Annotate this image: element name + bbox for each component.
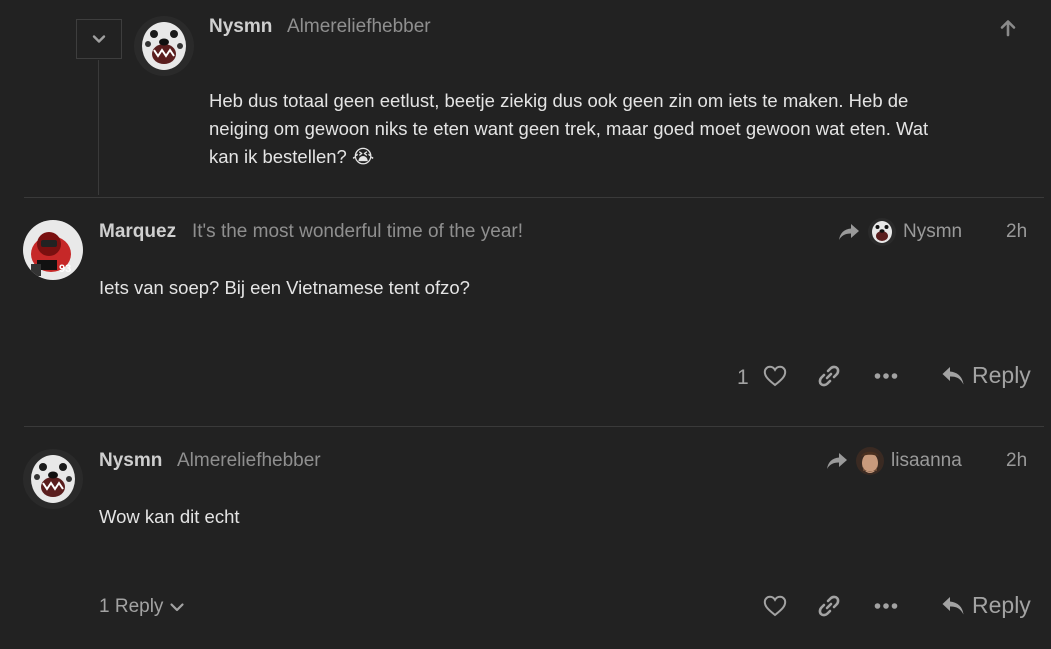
user-title: Almereliefhebber [177, 450, 321, 471]
reply-button-label: Reply [972, 592, 1031, 618]
crying-emoji: 😭 [351, 147, 375, 168]
show-replies-button[interactable]: 1 Reply [99, 596, 185, 618]
share-arrow-icon [839, 224, 859, 240]
reply-button[interactable]: Reply [941, 362, 1031, 389]
arrow-up-icon [1000, 20, 1016, 37]
avatar[interactable] [134, 16, 194, 76]
post-body-line-text: kan ik bestellen? [209, 146, 347, 167]
heart-icon [763, 595, 787, 617]
reply-to-tab[interactable]: Nysmn [838, 216, 968, 248]
post-body-line: neiging om gewoon niks te eten want geen… [209, 118, 929, 139]
reply-to-username: Nysmn [903, 221, 963, 242]
reply-to-avatar [856, 447, 884, 475]
copy-link-button[interactable] [813, 360, 845, 392]
username[interactable]: Marquez [99, 221, 176, 243]
more-actions-button[interactable] [870, 590, 902, 622]
more-actions-button[interactable] [870, 360, 902, 392]
reply-button[interactable]: Reply [941, 592, 1031, 619]
post: Nysmn Almereliefhebber lisaanna 2h Wow k… [0, 427, 1051, 649]
post-body: Wow kan dit echt [99, 506, 240, 527]
embedded-post: Nysmn Almereliefhebber Heb dus totaal ge… [0, 0, 1051, 197]
post: 93 Marquez It's the most wonderful time … [0, 198, 1051, 426]
reply-to-username: lisaanna [891, 450, 962, 471]
share-arrow-icon [827, 453, 847, 469]
reply-to-avatar [868, 218, 896, 246]
avatar[interactable]: 93 [23, 220, 83, 280]
chevron-down-icon [170, 603, 185, 612]
jump-to-post-button[interactable] [992, 12, 1024, 44]
post-body: Heb dus totaal geen eetlust, beetje ziek… [209, 87, 1029, 172]
like-count[interactable]: 1 [737, 366, 749, 390]
post-date[interactable]: 2h [1006, 450, 1027, 472]
reply-button-label: Reply [972, 362, 1031, 388]
reply-icon [942, 366, 964, 384]
chevron-down-icon [92, 35, 106, 43]
svg-text:93: 93 [59, 263, 71, 275]
link-icon [818, 595, 840, 617]
ellipsis-icon [874, 603, 898, 609]
replies-count-label: 1 Reply [99, 596, 164, 617]
copy-link-button[interactable] [813, 590, 845, 622]
thread-line [98, 60, 99, 195]
link-icon [818, 365, 840, 387]
post-body-line: Heb dus totaal geen eetlust, beetje ziek… [209, 90, 909, 111]
user-title: Almereliefhebber [287, 16, 431, 37]
username[interactable]: Nysmn [209, 16, 272, 38]
avatar[interactable] [23, 449, 83, 509]
collapse-embedded-button[interactable] [76, 19, 122, 59]
post-body-line: kan ik bestellen? 😭 [209, 143, 1029, 172]
post-body: Iets van soep? Bij een Vietnamese tent o… [99, 277, 470, 298]
like-button[interactable] [759, 590, 791, 622]
username[interactable]: Nysmn [99, 450, 162, 472]
post-date[interactable]: 2h [1006, 221, 1027, 243]
reply-to-tab[interactable]: lisaanna [826, 445, 968, 477]
user-title: It's the most wonderful time of the year… [192, 221, 523, 242]
reply-icon [942, 596, 964, 614]
ellipsis-icon [874, 373, 898, 379]
like-button[interactable] [759, 360, 791, 392]
heart-icon [763, 365, 787, 387]
